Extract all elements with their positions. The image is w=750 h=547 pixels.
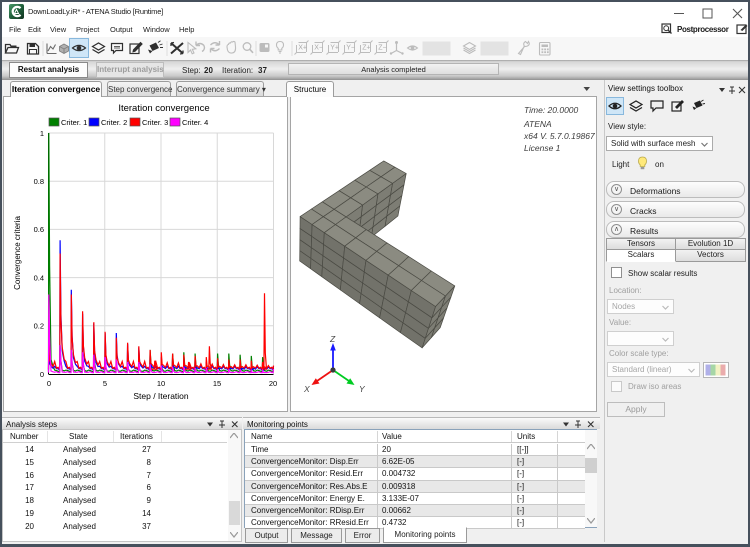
svg-text:0: 0 [47, 379, 51, 388]
svg-text:Z: Z [329, 334, 336, 344]
svg-text:X−: X− [314, 45, 323, 52]
svg-text:Criter. 2: Criter. 2 [101, 118, 127, 127]
svg-text:Y−: Y− [346, 45, 355, 52]
svg-text:Convergence criteria: Convergence criteria [13, 216, 22, 290]
svg-text:5: 5 [103, 379, 107, 388]
svg-text:0.6: 0.6 [34, 225, 44, 234]
svg-text:20: 20 [269, 379, 277, 388]
svg-text:Step / Iteration: Step / Iteration [133, 391, 189, 401]
svg-text:Criter. 4: Criter. 4 [182, 118, 208, 127]
svg-text:0: 0 [40, 370, 44, 379]
svg-text:X: X [303, 384, 310, 394]
svg-text:Criter. 3: Criter. 3 [142, 118, 168, 127]
svg-text:10: 10 [157, 379, 165, 388]
svg-text:ATENA: ATENA [523, 119, 552, 129]
svg-text:0.4: 0.4 [34, 274, 44, 283]
svg-text:Y+: Y+ [330, 45, 339, 52]
svg-text:Y: Y [359, 384, 366, 394]
svg-text:X+: X+ [298, 45, 307, 52]
svg-text:Time: 20.0000: Time: 20.0000 [524, 105, 579, 115]
svg-text:Criter. 1: Criter. 1 [61, 118, 87, 127]
svg-text:Z+: Z+ [362, 45, 370, 52]
svg-text:1: 1 [40, 129, 44, 138]
svg-text:0.2: 0.2 [34, 322, 44, 331]
svg-text:x64 V. 5.7.0.19867: x64 V. 5.7.0.19867 [523, 131, 595, 141]
svg-text:Iteration convergence: Iteration convergence [118, 103, 209, 114]
svg-text:Z−: Z− [378, 45, 386, 52]
svg-text:15: 15 [213, 379, 221, 388]
svg-text:0.8: 0.8 [34, 177, 44, 186]
svg-text:License 1: License 1 [524, 143, 561, 153]
